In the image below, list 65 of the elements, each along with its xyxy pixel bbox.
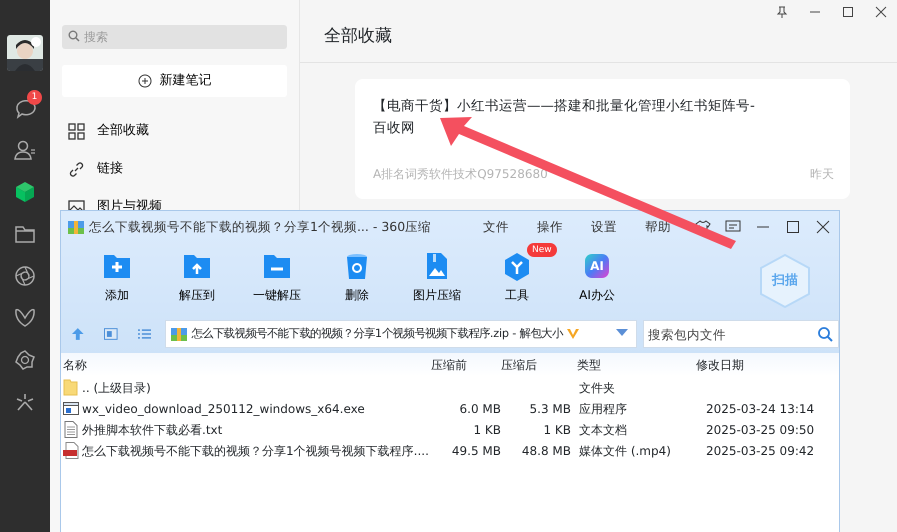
contacts-icon[interactable] bbox=[13, 138, 37, 162]
column-header[interactable]: 类型 bbox=[571, 356, 696, 374]
archive-icon bbox=[170, 326, 188, 342]
file-name[interactable]: 外推脚本软件下载必看.txt bbox=[82, 420, 222, 438]
nav-item[interactable]: 全部收藏 bbox=[62, 112, 287, 150]
file-name[interactable]: wx_video_download_250112_windows_x64.exe bbox=[82, 400, 365, 418]
toolbar-button[interactable]: 删除 bbox=[342, 251, 372, 304]
search-field[interactable]: 搜索包内文件 bbox=[642, 320, 839, 348]
toolbar-button[interactable]: 一键解压 bbox=[253, 251, 301, 304]
v-icon bbox=[566, 327, 580, 341]
unread-badge: 1 bbox=[27, 90, 42, 105]
table-cell: 文件夹 bbox=[579, 380, 615, 394]
table-cell: 2025-03-25 09:42 bbox=[706, 444, 814, 458]
table-cell: 49.5 MB bbox=[452, 444, 501, 458]
ai-logo: AI bbox=[585, 254, 609, 278]
column-header[interactable]: 压缩前 bbox=[431, 356, 501, 374]
menu-item[interactable]: 帮助 bbox=[645, 218, 671, 236]
table-cell: 应用程序 bbox=[579, 402, 627, 416]
table-cell: 5.3 MB bbox=[530, 402, 571, 416]
nav-item[interactable]: 链接 bbox=[62, 150, 287, 188]
new-badge: New bbox=[527, 243, 557, 257]
menu-item[interactable]: 设置 bbox=[591, 218, 617, 236]
file-name[interactable]: 怎么下载视频号不能下载的视频？分享1个视频号视频下载程序.... bbox=[82, 442, 429, 460]
grid-icon bbox=[68, 122, 85, 140]
archive-icon bbox=[67, 218, 85, 236]
column-header[interactable]: 修改日期 bbox=[696, 356, 836, 374]
aperture-icon[interactable] bbox=[13, 264, 37, 288]
cube-icon[interactable] bbox=[13, 180, 37, 204]
window-title: 怎么下载视频号不能下载的视频？分享1个视频... - 360压缩 bbox=[89, 218, 432, 236]
menu-item[interactable]: 文件 bbox=[483, 218, 509, 236]
search-icon bbox=[68, 30, 80, 42]
thumbnail-view-icon[interactable] bbox=[104, 328, 118, 340]
caret-icon[interactable] bbox=[616, 329, 628, 338]
note-title: 【电商干货】小红书运营——搭建和批量化管理小红书矩阵号-百收网 bbox=[373, 97, 756, 138]
toolbar-button[interactable]: 解压到 bbox=[179, 251, 215, 304]
link-icon bbox=[68, 160, 85, 178]
hexagon-y-icon bbox=[502, 251, 532, 281]
column-header[interactable]: 名称 bbox=[61, 356, 431, 374]
table-cell: 文本文档 bbox=[579, 422, 627, 436]
page-title: 全部收藏 bbox=[324, 26, 392, 46]
toolbar-button[interactable]: 添加 bbox=[102, 251, 132, 304]
table-cell: 48.8 MB bbox=[522, 444, 571, 458]
new-note-button[interactable]: 新建笔记 bbox=[62, 65, 287, 97]
note-source: A排名词秀软件技术Q97528680 bbox=[373, 166, 548, 183]
table-cell: 2025-03-25 09:50 bbox=[706, 422, 814, 436]
rail-button[interactable]: 1 bbox=[0, 87, 50, 129]
column-header[interactable]: 压缩后 bbox=[501, 356, 571, 374]
path-field[interactable]: 怎么下载视频号不能下载的视频？分享1个视频号视频下载程序.zip - 解包大小 bbox=[165, 320, 637, 348]
toolbar-button[interactable]: 图片压缩 bbox=[413, 251, 461, 304]
search-icon[interactable] bbox=[816, 326, 833, 342]
plus-icon bbox=[138, 74, 152, 88]
menu-item[interactable]: 操作 bbox=[537, 218, 563, 236]
table-cell: 1 KB bbox=[543, 422, 571, 436]
table-cell: 2025-03-24 13:14 bbox=[706, 402, 814, 416]
table-cell: 媒体文件 (.mp4) bbox=[579, 444, 671, 458]
table-cell: 6.0 MB bbox=[460, 402, 501, 416]
search-field[interactable]: 搜索 bbox=[62, 25, 287, 49]
folder-icon bbox=[63, 379, 79, 396]
table-cell: 1 KB bbox=[473, 422, 501, 436]
note-time: 昨天 bbox=[810, 166, 834, 183]
hexagon-flower-icon[interactable] bbox=[13, 348, 37, 372]
toolbar-button[interactable]: AI AI办公 bbox=[579, 251, 615, 304]
note-card[interactable]: 【电商干货】小红书运营——搭建和批量化管理小红书矩阵号-百收网 A排名词秀软件技术Q97528680 昨天 bbox=[355, 79, 850, 199]
list-view-icon[interactable] bbox=[138, 328, 152, 340]
file-name[interactable]: .. (上级目录) bbox=[82, 378, 151, 396]
